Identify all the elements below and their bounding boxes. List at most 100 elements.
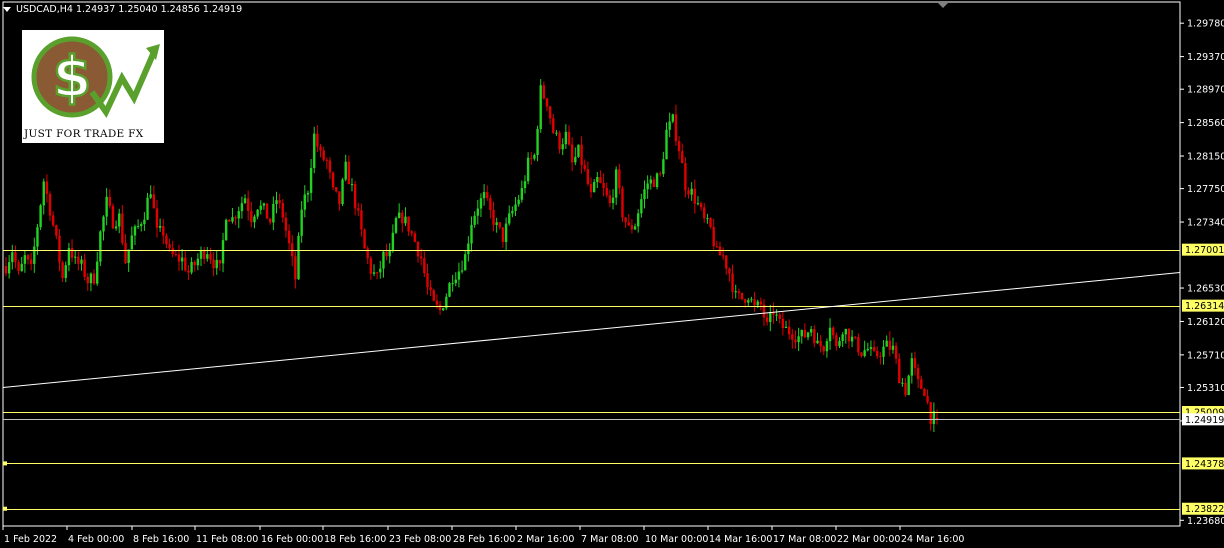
y-tick-label: 1.28970 — [1187, 85, 1224, 96]
x-tick-label: 18 Feb 16:00 — [324, 534, 386, 545]
candle-body — [662, 159, 665, 174]
candle-body — [753, 299, 756, 306]
candle-body — [857, 336, 860, 353]
candle-body — [140, 224, 143, 226]
candle-body — [725, 255, 728, 269]
candle-body — [379, 268, 382, 273]
candle-body — [885, 340, 888, 347]
candle-body — [564, 131, 568, 145]
x-tick-label: 1 Feb 2022 — [4, 534, 57, 545]
candle-body — [803, 330, 807, 338]
candle-body — [684, 163, 687, 191]
candle-body — [787, 326, 791, 335]
candle-body — [278, 200, 281, 203]
candle-body — [514, 204, 517, 211]
candle-body — [253, 216, 256, 223]
candle-body — [73, 256, 77, 258]
y-tick-label: 1.27340 — [1187, 218, 1224, 229]
candle-body — [533, 154, 536, 159]
candle-body — [844, 328, 847, 335]
candle-body — [196, 258, 200, 266]
y-tick-label: 1.26120 — [1187, 317, 1224, 328]
candle-body — [155, 208, 159, 228]
plot-frame — [2, 1, 1181, 527]
logo-text: JUST FOR TRADE FX — [24, 128, 144, 140]
candle-body — [61, 262, 64, 279]
candle-body — [728, 268, 731, 274]
candle-body — [300, 209, 303, 236]
candle-body — [309, 167, 313, 193]
candle-body — [891, 345, 895, 350]
level-handle[interactable] — [3, 506, 7, 511]
candle-body — [791, 334, 794, 340]
candle-body — [832, 327, 835, 336]
candle-body — [375, 272, 379, 274]
price-chart[interactable]: 1.29780 1.29370 1.28970 1.28560 1.28150 1.277… — [0, 0, 1224, 548]
candle-body — [674, 114, 678, 142]
candle-body — [561, 144, 564, 150]
candle-body — [621, 188, 624, 218]
candle-body — [460, 270, 464, 272]
candle-body — [357, 208, 360, 211]
y-tick-label: 1.29370 — [1187, 52, 1224, 63]
trendline[interactable] — [2, 272, 1181, 388]
x-tick-label: 4 Feb 00:00 — [68, 534, 124, 545]
candle-body — [794, 339, 797, 343]
candle-body — [690, 188, 693, 195]
chart-area[interactable]: 1.29780 1.29370 1.28970 1.28560 1.28150 1.277… — [0, 0, 1224, 548]
candle-body — [322, 150, 325, 160]
chart-shift-marker-icon[interactable] — [938, 3, 948, 8]
candle-body — [23, 255, 27, 264]
candle-body — [835, 335, 838, 347]
candle-body — [511, 210, 514, 214]
candle-body — [250, 210, 253, 223]
candle-body — [14, 252, 17, 263]
candle-body — [435, 300, 439, 305]
candle-body — [177, 254, 181, 262]
candle-body — [202, 250, 206, 259]
candle-body — [256, 209, 259, 217]
level-handle[interactable] — [3, 461, 7, 466]
candle-body — [360, 210, 363, 230]
candle-body — [111, 205, 115, 229]
x-tick-label: 14 Mar 16:00 — [709, 534, 772, 545]
candle-body — [284, 217, 288, 231]
logo: $ JUST FOR TRADE FX — [22, 30, 164, 143]
candle-body — [545, 98, 549, 107]
candle-body — [26, 255, 30, 260]
candle-body — [797, 336, 800, 343]
candle-body — [486, 192, 489, 199]
candle-body — [916, 367, 920, 380]
candle-body — [850, 336, 854, 342]
candle-body — [926, 396, 929, 403]
candle-body — [894, 345, 898, 359]
candle-body — [353, 184, 357, 209]
candle-body — [212, 259, 215, 269]
candle-body — [291, 243, 294, 257]
candle-body — [51, 215, 55, 226]
candle-body — [171, 248, 174, 255]
x-tick-label: 22 Mar 00:00 — [837, 534, 900, 545]
candle-body — [759, 301, 763, 305]
candle-body — [272, 203, 275, 223]
candle-body — [426, 273, 429, 288]
candle-body — [180, 257, 184, 262]
candle-body — [234, 217, 237, 219]
candle-body — [640, 199, 643, 214]
candle-body — [530, 157, 533, 159]
candle-body — [492, 209, 495, 225]
candle-body — [17, 262, 20, 272]
dropdown-triangle-icon[interactable] — [3, 6, 11, 12]
candle-body — [618, 169, 621, 189]
price-label: 1.24378 — [1185, 459, 1224, 470]
candle-body — [765, 317, 769, 322]
candle-body — [721, 255, 725, 257]
candle-body — [338, 191, 341, 204]
candle-body — [410, 231, 413, 234]
candle-body — [136, 225, 140, 227]
candle-body — [838, 340, 841, 347]
candle-body — [190, 261, 193, 273]
svg-text:$: $ — [53, 45, 92, 110]
candle-body — [313, 133, 316, 168]
candle-body — [813, 329, 816, 344]
